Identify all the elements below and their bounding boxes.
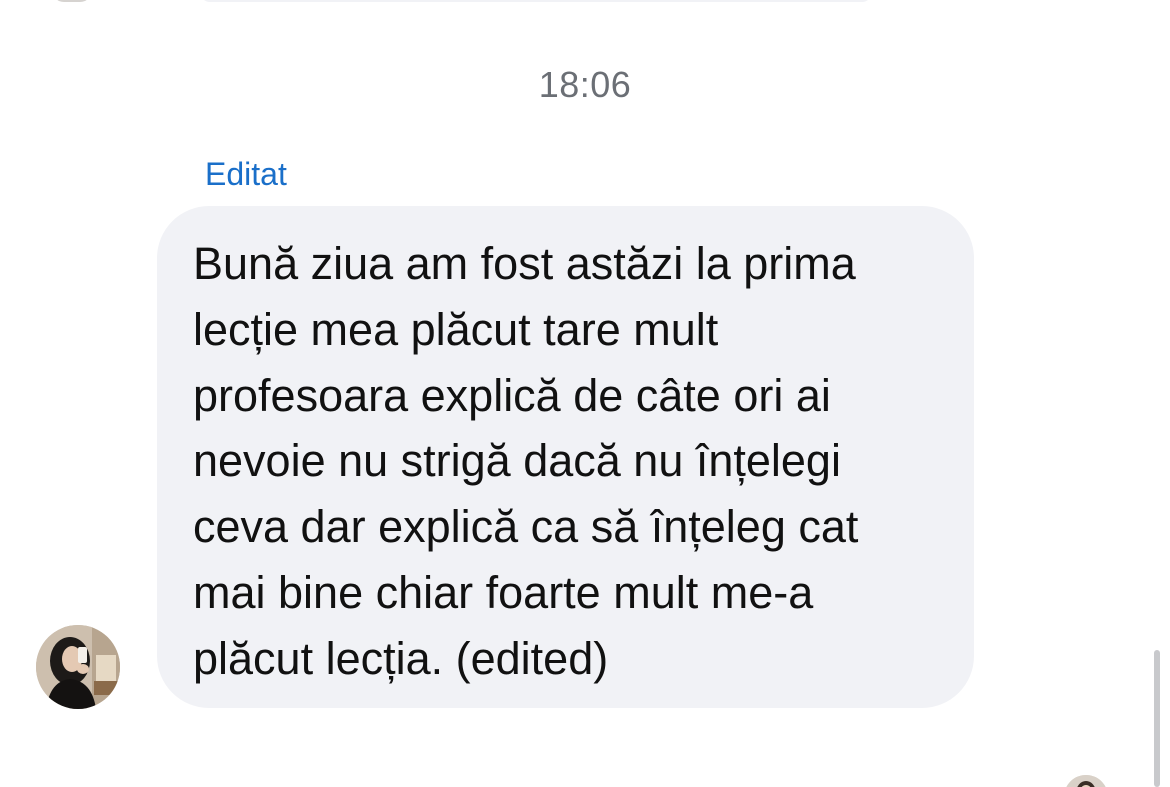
previous-avatar-edge (52, 0, 92, 2)
message-timestamp: 18:06 (538, 64, 632, 105)
message-text: Bună ziua am fost astăzi la prima lecție… (193, 238, 859, 684)
edited-label[interactable]: Editat (205, 156, 287, 193)
scrollbar[interactable] (1154, 650, 1160, 787)
chat-thread[interactable]: 18:06 Editat Bună ziua am fost astăzi la… (0, 0, 1170, 787)
next-sender-avatar[interactable] (1064, 775, 1108, 787)
avatar-photo-icon (1064, 775, 1108, 787)
avatar-photo-icon (36, 625, 120, 709)
sender-avatar[interactable] (36, 625, 120, 709)
message-bubble[interactable]: Bună ziua am fost astăzi la prima lecție… (157, 206, 974, 708)
previous-message-bubble-edge (200, 0, 872, 2)
